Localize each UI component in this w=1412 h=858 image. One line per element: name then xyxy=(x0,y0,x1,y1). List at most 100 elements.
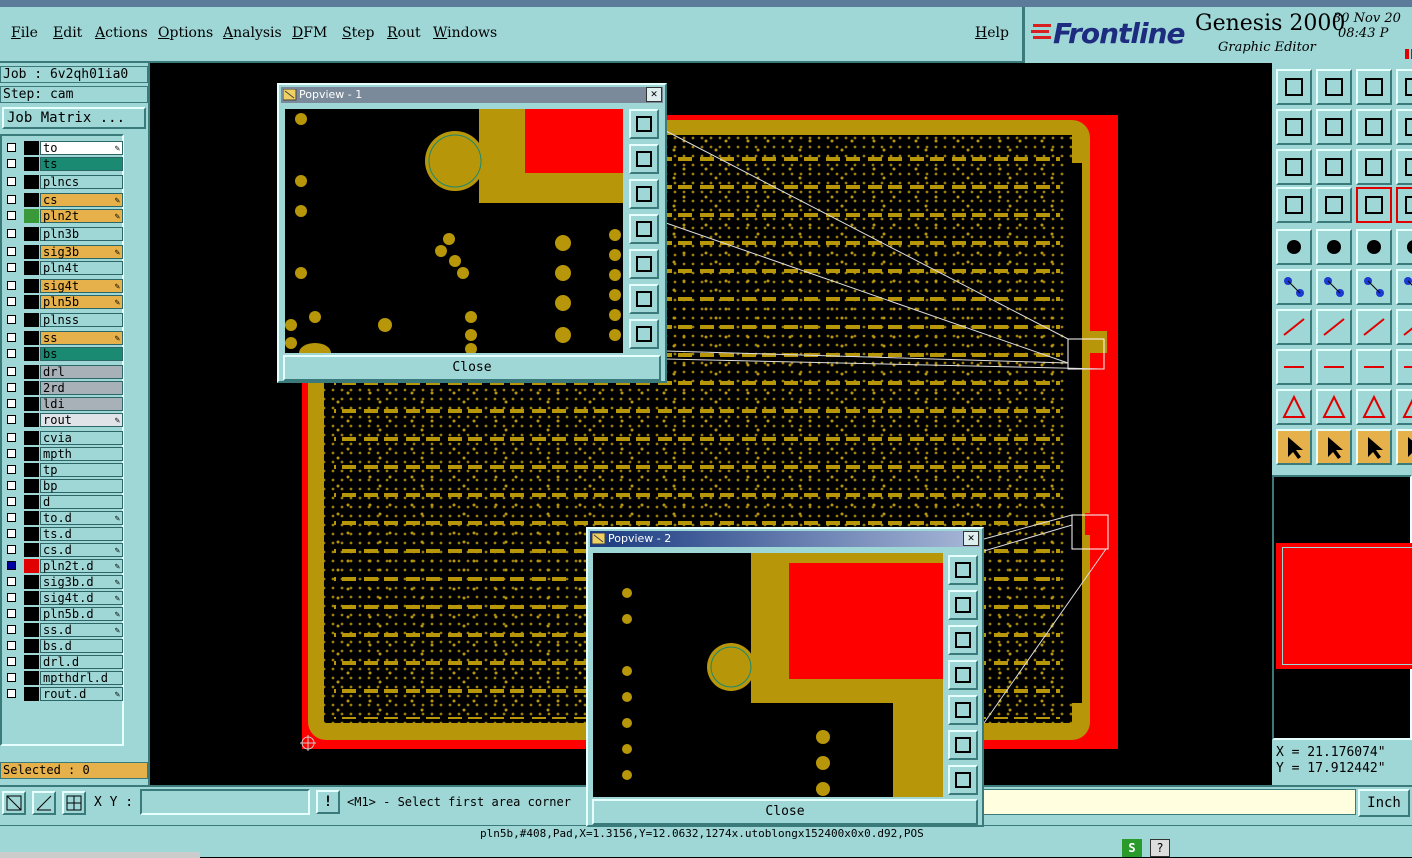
layer-checkbox[interactable] xyxy=(7,399,16,408)
layer-color-swatch[interactable] xyxy=(24,397,39,411)
layer-row-sig4t-d[interactable]: sig4t.d ✎ xyxy=(5,591,123,605)
units-button[interactable]: Inch xyxy=(1358,789,1410,817)
menu-rout[interactable]: Rout xyxy=(387,25,421,41)
layer-row-rout-d[interactable]: rout.d ✎ xyxy=(5,687,123,701)
page-icon[interactable] xyxy=(1396,69,1412,105)
layer-color-swatch[interactable] xyxy=(24,431,39,445)
layer-row-pln5b[interactable]: pln5b ✎ xyxy=(5,295,123,309)
layer-checkbox[interactable] xyxy=(7,545,16,554)
layer-color-swatch[interactable] xyxy=(24,141,39,155)
layer-name[interactable]: sig3b ✎ xyxy=(40,245,123,259)
pan-left-icon[interactable] xyxy=(629,214,659,244)
zoom-in-icon[interactable] xyxy=(1316,69,1352,105)
layer-color-swatch[interactable] xyxy=(24,655,39,669)
layer-name[interactable]: ts.d xyxy=(40,527,123,541)
layer-checkbox[interactable] xyxy=(7,281,16,290)
help-icon[interactable]: ? xyxy=(1150,839,1170,857)
polyline-icon[interactable] xyxy=(1396,309,1412,345)
text-a2-icon[interactable] xyxy=(1316,389,1352,425)
layer-checkbox[interactable] xyxy=(7,593,16,602)
layer-row-plnss[interactable]: plnss xyxy=(5,313,123,327)
layer-color-swatch[interactable] xyxy=(24,671,39,685)
layer-checkbox[interactable] xyxy=(7,465,16,474)
layer-color-swatch[interactable] xyxy=(24,193,39,207)
layer-name[interactable]: drl xyxy=(40,365,123,379)
layer-row-pln2t-d[interactable]: pln2t.d ✎ xyxy=(5,559,123,573)
split-icon[interactable] xyxy=(1396,269,1412,305)
line-red-icon[interactable] xyxy=(1276,309,1312,345)
layer-color-swatch[interactable] xyxy=(24,331,39,345)
cursor-2-icon[interactable] xyxy=(1316,429,1352,465)
layer-row-bs[interactable]: bs xyxy=(5,347,123,361)
layer-color-swatch[interactable] xyxy=(24,479,39,493)
layer-name[interactable]: pln5b.d ✎ xyxy=(40,607,123,621)
layer-color-swatch[interactable] xyxy=(24,623,39,637)
spell-icon[interactable]: S xyxy=(1122,839,1142,857)
measure-ruler-icon[interactable] xyxy=(1356,229,1392,265)
cross-icon[interactable] xyxy=(1316,269,1352,305)
undo-view-icon[interactable] xyxy=(1356,109,1392,145)
layer-row-d[interactable]: d xyxy=(5,495,123,509)
layer-row-rout[interactable]: rout ✎ xyxy=(5,413,123,427)
layer-name[interactable]: bp xyxy=(40,479,123,493)
dash-icon[interactable] xyxy=(1316,349,1352,385)
layer-checkbox[interactable] xyxy=(7,195,16,204)
text-a3-icon[interactable] xyxy=(1356,389,1392,425)
layer-checkbox[interactable] xyxy=(7,143,16,152)
select-line-icon[interactable] xyxy=(1316,229,1352,265)
snap-icon[interactable] xyxy=(2,791,26,815)
layer-row-drl[interactable]: drl xyxy=(5,365,123,379)
scale-1-2-icon[interactable] xyxy=(1356,149,1392,185)
layer-color-swatch[interactable] xyxy=(24,347,39,361)
layer-checkbox[interactable] xyxy=(7,247,16,256)
pan-right-icon[interactable] xyxy=(1316,109,1352,145)
cursor-icon[interactable] xyxy=(1276,429,1312,465)
layer-checkbox[interactable] xyxy=(7,641,16,650)
layer-checkbox[interactable] xyxy=(7,433,16,442)
popview-2-close-icon[interactable]: ✕ xyxy=(963,531,979,546)
copy-icon[interactable] xyxy=(1396,349,1412,385)
pan-down-icon[interactable] xyxy=(629,179,659,209)
menu-help[interactable]: Help xyxy=(975,25,1009,41)
layer-row-pln3b[interactable]: pln3b xyxy=(5,227,123,241)
layer-color-swatch[interactable] xyxy=(24,463,39,477)
zoom-fit-icon[interactable] xyxy=(629,284,659,314)
layer-name[interactable]: 2rd xyxy=(40,381,123,395)
layer-row-pln5b-d[interactable]: pln5b.d ✎ xyxy=(5,607,123,621)
fit-icon[interactable] xyxy=(1276,149,1312,185)
layer-checkbox[interactable] xyxy=(7,229,16,238)
layer-color-swatch[interactable] xyxy=(24,227,39,241)
layer-checkbox[interactable] xyxy=(7,211,16,220)
layer-checkbox[interactable] xyxy=(7,177,16,186)
layer-color-swatch[interactable] xyxy=(24,575,39,589)
layer-name[interactable]: plncs xyxy=(40,175,123,189)
layer-name[interactable]: pln4t xyxy=(40,261,123,275)
connect-icon[interactable] xyxy=(1276,269,1312,305)
xy-input[interactable] xyxy=(140,789,310,815)
layer-checkbox[interactable] xyxy=(7,497,16,506)
layer-name[interactable]: pln5b ✎ xyxy=(40,295,123,309)
layer-row-mpthdrl-d[interactable]: mpthdrl.d xyxy=(5,671,123,685)
text-a-icon[interactable] xyxy=(1276,389,1312,425)
layer-name[interactable]: drl.d xyxy=(40,655,123,669)
layer-name[interactable]: tp xyxy=(40,463,123,477)
layer-color-swatch[interactable] xyxy=(24,175,39,189)
layer-color-swatch[interactable] xyxy=(24,495,39,509)
layer-color-swatch[interactable] xyxy=(24,413,39,427)
layer-name[interactable]: d xyxy=(40,495,123,509)
menu-options[interactable]: Options xyxy=(158,25,213,41)
pointer-pad-icon[interactable] xyxy=(1316,187,1352,223)
layer-name[interactable]: ss ✎ xyxy=(40,331,123,345)
menu-file[interactable]: File xyxy=(11,25,38,41)
zoom-center-icon[interactable] xyxy=(948,765,978,795)
popview-1-canvas[interactable] xyxy=(285,109,623,353)
layer-checkbox[interactable] xyxy=(7,263,16,272)
layer-color-swatch[interactable] xyxy=(24,527,39,541)
layer-checkbox[interactable] xyxy=(7,609,16,618)
layer-name[interactable]: to.d ✎ xyxy=(40,511,123,525)
layer-row-sig4t[interactable]: sig4t ✎ xyxy=(5,279,123,293)
layer-color-swatch[interactable] xyxy=(24,365,39,379)
layer-color-swatch[interactable] xyxy=(24,209,39,223)
layer-row-ts-d[interactable]: ts.d xyxy=(5,527,123,541)
layer-checkbox[interactable] xyxy=(7,315,16,324)
